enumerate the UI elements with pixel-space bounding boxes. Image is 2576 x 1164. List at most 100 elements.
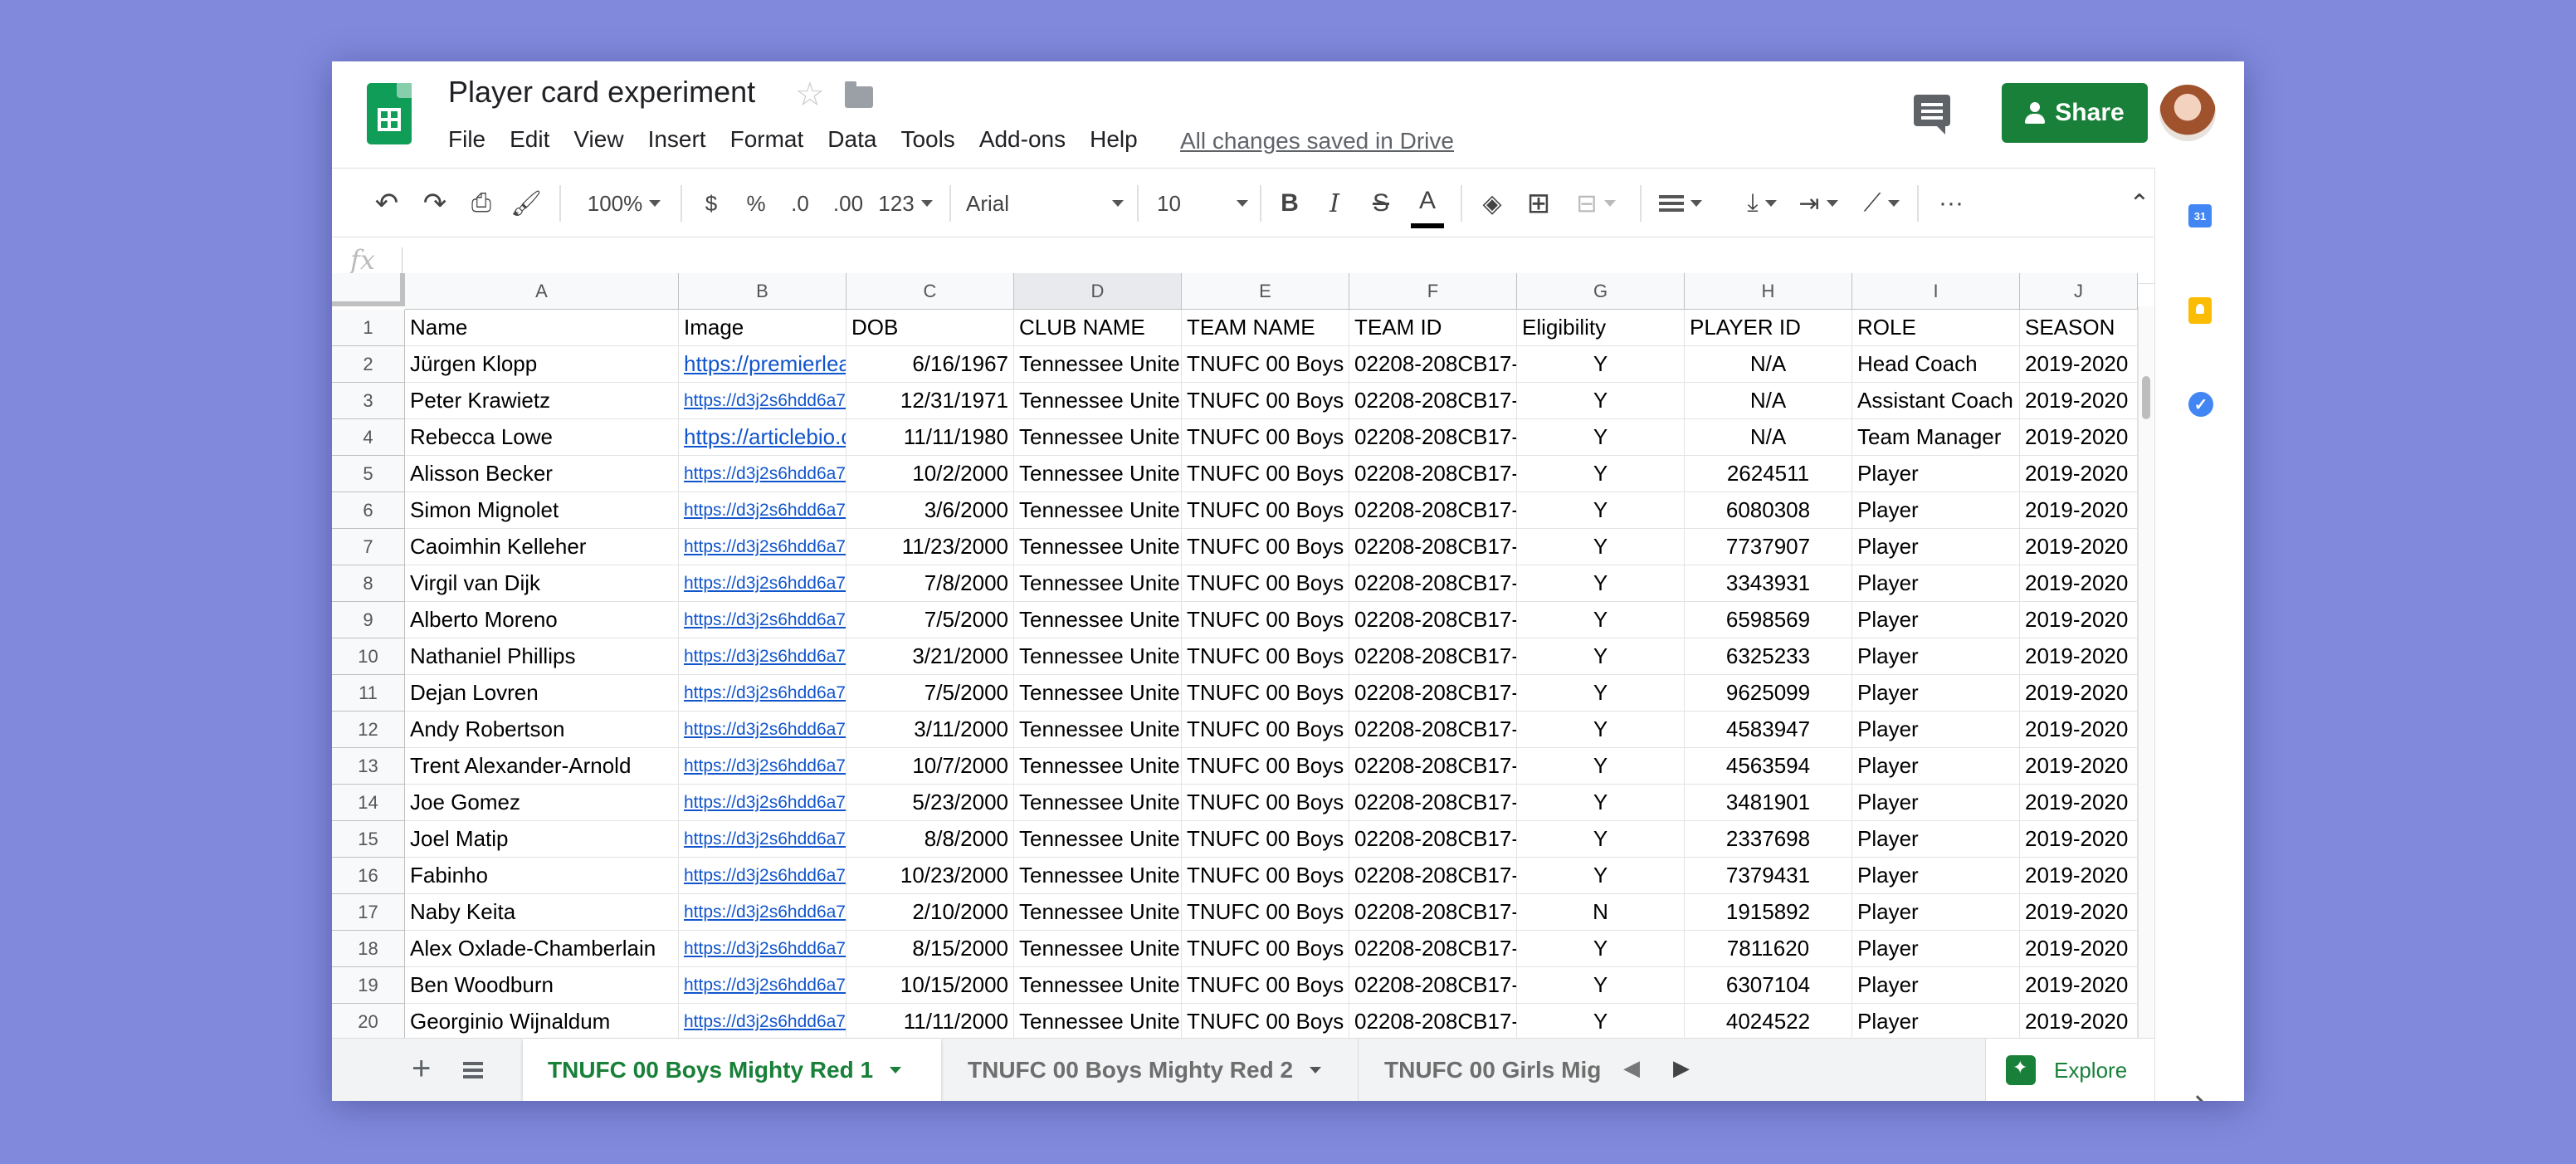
chevron-down-icon[interactable] xyxy=(890,1067,902,1074)
table-cell[interactable]: Y xyxy=(1517,675,1685,712)
table-cell[interactable]: 3481901 xyxy=(1685,785,1852,821)
table-cell[interactable]: TNUFC 00 Boys xyxy=(1182,419,1349,456)
table-cell[interactable]: Alberto Moreno xyxy=(405,602,679,638)
table-cell[interactable]: https://d3j2s6hdd6a7 xyxy=(679,712,846,748)
menu-addons[interactable]: Add-ons xyxy=(979,126,1066,159)
sheet-tab-mighty-red-2[interactable]: TNUFC 00 Boys Mighty Red 2 xyxy=(943,1039,1356,1101)
row-header[interactable]: 2 xyxy=(332,346,405,383)
select-all-corner[interactable] xyxy=(332,273,405,306)
header-cell[interactable]: DOB xyxy=(846,310,1014,346)
table-cell[interactable]: Y xyxy=(1517,638,1685,675)
table-cell[interactable]: 02208-208CB17- xyxy=(1349,748,1517,785)
document-title[interactable]: Player card experiment xyxy=(448,75,755,110)
table-cell[interactable]: https://premierlea xyxy=(679,346,846,383)
table-cell[interactable]: 9625099 xyxy=(1685,675,1852,712)
table-cell[interactable]: N xyxy=(1517,894,1685,931)
table-cell[interactable]: 2019-2020 xyxy=(2020,967,2138,1004)
table-cell[interactable]: 2019-2020 xyxy=(2020,858,2138,894)
strikethrough-icon[interactable]: S xyxy=(1364,169,1398,238)
table-cell[interactable]: 6325233 xyxy=(1685,638,1852,675)
all-sheets-icon[interactable] xyxy=(463,1062,483,1065)
table-cell[interactable]: Dejan Lovren xyxy=(405,675,679,712)
table-cell[interactable]: Tennessee Unite xyxy=(1014,565,1182,602)
table-cell[interactable]: 7/5/2000 xyxy=(846,675,1014,712)
table-cell[interactable]: TNUFC 00 Boys xyxy=(1182,346,1349,383)
keep-icon[interactable] xyxy=(2188,297,2212,324)
more-icon[interactable]: ··· xyxy=(1930,169,1972,238)
table-cell[interactable]: 1915892 xyxy=(1685,894,1852,931)
column-header-d[interactable]: D xyxy=(1014,273,1182,310)
table-cell[interactable]: TNUFC 00 Boys xyxy=(1182,858,1349,894)
row-header[interactable]: 1 xyxy=(332,310,405,346)
table-cell[interactable]: TNUFC 00 Boys xyxy=(1182,967,1349,1004)
saved-status-link[interactable]: All changes saved in Drive xyxy=(1180,128,1454,154)
table-cell[interactable]: Player xyxy=(1852,967,2020,1004)
table-cell[interactable]: 6080308 xyxy=(1685,492,1852,529)
table-cell[interactable]: Player xyxy=(1852,712,2020,748)
table-cell[interactable]: Player xyxy=(1852,858,2020,894)
table-cell[interactable]: TNUFC 00 Boys xyxy=(1182,821,1349,858)
row-header[interactable]: 6 xyxy=(332,492,405,529)
table-cell[interactable]: 8/15/2000 xyxy=(846,931,1014,967)
table-cell[interactable]: TNUFC 00 Boys xyxy=(1182,931,1349,967)
table-cell[interactable]: Tennessee Unite xyxy=(1014,858,1182,894)
table-cell[interactable]: 02208-208CB17- xyxy=(1349,492,1517,529)
table-cell[interactable]: 2019-2020 xyxy=(2020,1004,2138,1040)
borders-icon[interactable]: ⊞ xyxy=(1522,169,1555,238)
table-cell[interactable]: TNUFC 00 Boys xyxy=(1182,529,1349,565)
table-cell[interactable]: Player xyxy=(1852,638,2020,675)
table-cell[interactable]: 3/21/2000 xyxy=(846,638,1014,675)
table-cell[interactable]: 7/8/2000 xyxy=(846,565,1014,602)
table-cell[interactable]: Player xyxy=(1852,785,2020,821)
header-cell[interactable]: ROLE xyxy=(1852,310,2020,346)
table-cell[interactable]: Y xyxy=(1517,1004,1685,1040)
font-select[interactable]: Arial xyxy=(966,169,1124,238)
tasks-icon[interactable]: ✓ xyxy=(2188,392,2213,417)
table-cell[interactable]: https://d3j2s6hdd6a7 xyxy=(679,492,846,529)
row-header[interactable]: 20 xyxy=(332,1004,405,1040)
sheet-tab-girls[interactable]: TNUFC 00 Girls Mig xyxy=(1359,1039,1603,1101)
table-cell[interactable]: TNUFC 00 Boys xyxy=(1182,712,1349,748)
table-cell[interactable]: Tennessee Unite xyxy=(1014,785,1182,821)
table-cell[interactable]: Tennessee Unite xyxy=(1014,675,1182,712)
table-cell[interactable]: 2019-2020 xyxy=(2020,383,2138,419)
row-header[interactable]: 19 xyxy=(332,967,405,1004)
table-cell[interactable]: 2019-2020 xyxy=(2020,492,2138,529)
table-cell[interactable]: 3/6/2000 xyxy=(846,492,1014,529)
add-sheet-icon[interactable]: + xyxy=(412,1050,431,1087)
text-rotation-icon[interactable]: ⟋ xyxy=(1856,169,1907,238)
increase-decimal-button[interactable]: .00 xyxy=(830,169,866,238)
table-cell[interactable]: Y xyxy=(1517,821,1685,858)
table-cell[interactable]: 02208-208CB17- xyxy=(1349,1004,1517,1040)
table-cell[interactable]: 6598569 xyxy=(1685,602,1852,638)
row-header[interactable]: 15 xyxy=(332,821,405,858)
table-cell[interactable]: 2019-2020 xyxy=(2020,565,2138,602)
row-header[interactable]: 13 xyxy=(332,748,405,785)
table-cell[interactable]: Player xyxy=(1852,565,2020,602)
table-cell[interactable]: Player xyxy=(1852,931,2020,967)
table-cell[interactable]: 2019-2020 xyxy=(2020,456,2138,492)
menu-view[interactable]: View xyxy=(573,126,623,159)
undo-icon[interactable]: ↶ xyxy=(370,169,403,238)
more-formats-button[interactable]: 123 xyxy=(876,169,934,238)
comment-icon[interactable] xyxy=(1914,95,1950,134)
header-cell[interactable]: SEASON xyxy=(2020,310,2138,346)
table-cell[interactable]: 2019-2020 xyxy=(2020,931,2138,967)
table-cell[interactable]: Alisson Becker xyxy=(405,456,679,492)
column-header-f[interactable]: F xyxy=(1349,273,1517,310)
table-cell[interactable]: 02208-208CB17- xyxy=(1349,821,1517,858)
table-cell[interactable]: TNUFC 00 Boys xyxy=(1182,383,1349,419)
table-cell[interactable]: Naby Keita xyxy=(405,894,679,931)
table-cell[interactable]: Tennessee Unite xyxy=(1014,602,1182,638)
table-cell[interactable]: 02208-208CB17- xyxy=(1349,529,1517,565)
table-cell[interactable]: Tennessee Unite xyxy=(1014,894,1182,931)
menu-format[interactable]: Format xyxy=(730,126,804,159)
table-cell[interactable]: TNUFC 00 Boys xyxy=(1182,1004,1349,1040)
table-cell[interactable]: 3/11/2000 xyxy=(846,712,1014,748)
table-cell[interactable]: TNUFC 00 Boys xyxy=(1182,602,1349,638)
currency-button[interactable]: $ xyxy=(697,169,725,238)
table-cell[interactable]: 2624511 xyxy=(1685,456,1852,492)
table-cell[interactable]: 4583947 xyxy=(1685,712,1852,748)
table-cell[interactable]: 02208-208CB17- xyxy=(1349,785,1517,821)
redo-icon[interactable]: ↷ xyxy=(418,169,451,238)
